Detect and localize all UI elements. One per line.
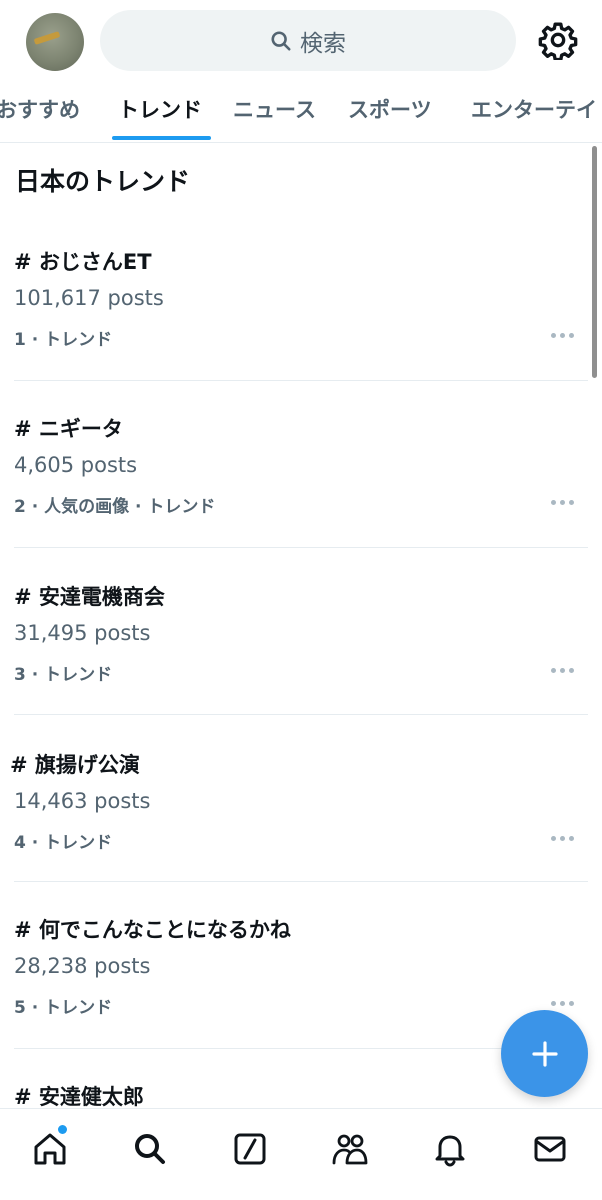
scrollbar[interactable] — [592, 146, 597, 378]
trend-meta: 5 · トレンド — [14, 998, 113, 1018]
trend-meta: 4 · トレンド — [14, 833, 113, 853]
tab-sports[interactable]: スポーツ — [348, 94, 432, 124]
tab-news[interactable]: ニュース — [233, 94, 316, 124]
trend-post-count: 28,238 posts — [14, 954, 151, 978]
more-dots-icon[interactable] — [551, 666, 577, 674]
grok-icon[interactable] — [230, 1129, 270, 1169]
trend-post-count: 31,495 posts — [14, 621, 151, 645]
trend-name: # 安達電機商会 — [14, 585, 165, 609]
trend-name: # 旗揚げ公演 — [10, 753, 140, 777]
mail-icon[interactable] — [530, 1129, 570, 1169]
trend-item[interactable]: # 旗揚げ公演 14,463 posts 4 · トレンド — [0, 749, 602, 859]
trend-meta: 2 · 人気の画像 · トレンド — [14, 497, 216, 517]
trend-meta: 3 · トレンド — [14, 665, 113, 685]
bottom-navigation — [0, 1108, 602, 1200]
divider — [14, 380, 588, 381]
communities-icon[interactable] — [330, 1129, 370, 1169]
more-dots-icon[interactable] — [551, 834, 577, 842]
more-dots-icon[interactable] — [551, 498, 577, 506]
trend-item[interactable]: # 安達電機商会 31,495 posts 3 · トレンド — [0, 581, 602, 691]
bell-icon[interactable] — [430, 1129, 470, 1169]
top-header: 検索 — [0, 0, 602, 84]
trend-name: # 何でこんなことになるかね — [14, 918, 291, 942]
avatar[interactable] — [26, 13, 84, 71]
tab-recommended[interactable]: おすすめ — [0, 94, 80, 124]
compose-button[interactable] — [501, 1010, 588, 1097]
active-tab-indicator — [112, 136, 211, 140]
trend-post-count: 101,617 posts — [14, 286, 164, 310]
trend-name: # 安達健太郎 — [14, 1085, 144, 1109]
search-placeholder: 検索 — [300, 30, 346, 57]
divider — [14, 714, 588, 715]
trend-name: # おじさんET — [14, 250, 152, 274]
more-dots-icon[interactable] — [551, 999, 577, 1007]
section-title: 日本のトレンド — [15, 167, 191, 196]
trend-item[interactable]: # 何でこんなことになるかね 28,238 posts 5 · トレンド — [0, 914, 602, 1024]
trend-item[interactable]: # 安達健太郎 — [0, 1081, 602, 1109]
search-icon — [271, 30, 291, 51]
notification-dot — [58, 1125, 67, 1134]
plus-icon — [531, 1040, 558, 1067]
search-icon[interactable] — [130, 1129, 170, 1169]
trend-post-count: 4,605 posts — [14, 453, 138, 477]
tab-trending[interactable]: トレンド — [118, 94, 202, 124]
home-icon[interactable] — [30, 1129, 70, 1169]
tab-entertainment[interactable]: エンターテイ — [471, 94, 597, 124]
more-dots-icon[interactable] — [551, 331, 577, 339]
trend-post-count: 14,463 posts — [14, 789, 151, 813]
explore-tabs: おすすめ トレンド ニュース スポーツ エンターテイ — [0, 84, 602, 143]
trend-name: # ニギータ — [14, 417, 123, 441]
trend-item[interactable]: # おじさんET 101,617 posts 1 · トレンド — [0, 246, 602, 356]
divider — [14, 881, 588, 882]
divider — [14, 547, 588, 548]
trend-item[interactable]: # ニギータ 4,605 posts 2 · 人気の画像 · トレンド — [0, 413, 602, 523]
search-bar[interactable]: 検索 — [100, 10, 516, 71]
trend-meta: 1 · トレンド — [14, 330, 113, 350]
gear-icon[interactable] — [538, 20, 578, 62]
